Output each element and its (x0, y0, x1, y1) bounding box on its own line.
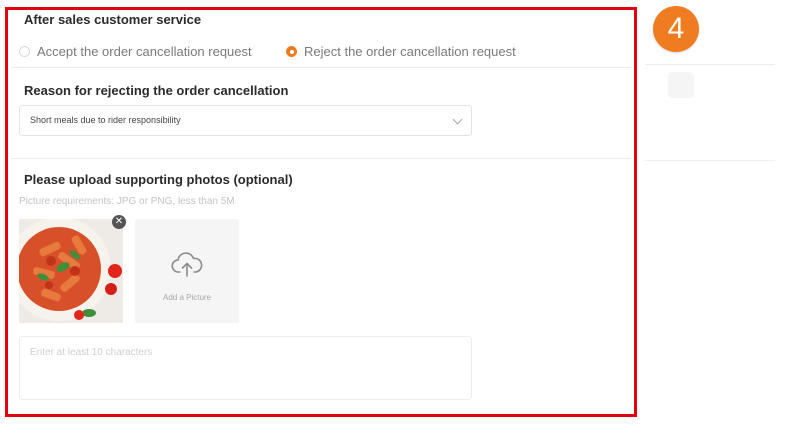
background-faint-element (668, 72, 694, 98)
section-divider (11, 158, 631, 159)
pasta-dish-image (19, 219, 123, 323)
radio-option-accept[interactable]: Accept the order cancellation request (19, 44, 252, 59)
radio-option-reject[interactable]: Reject the order cancellation request (286, 44, 516, 59)
comment-textarea[interactable]: Enter at least 10 characters (19, 336, 472, 400)
highlighted-form-panel: After sales customer service Accept the … (5, 7, 637, 417)
background-divider (645, 64, 775, 65)
step-number-badge: 4 (653, 6, 699, 52)
chevron-down-icon (452, 114, 463, 125)
reason-select[interactable]: Short meals due to rider responsibility (19, 105, 472, 136)
radio-accept-label: Accept the order cancellation request (37, 44, 252, 59)
cloud-upload-icon (171, 252, 203, 277)
reason-title: Reason for rejecting the order cancellat… (24, 83, 289, 98)
radio-unchecked-icon[interactable] (19, 46, 30, 57)
reason-select-value: Short meals due to rider responsibility (30, 115, 181, 125)
radio-reject-label: Reject the order cancellation request (304, 44, 516, 59)
background-divider (645, 160, 775, 161)
section-divider (11, 67, 631, 68)
add-picture-button[interactable]: Add a Picture (135, 219, 239, 323)
upload-title: Please upload supporting photos (optiona… (24, 172, 293, 187)
upload-requirements-hint: Picture requirements: JPG or PNG, less t… (19, 196, 235, 207)
uploaded-photo-thumbnail (19, 219, 123, 323)
after-sales-title: After sales customer service (24, 12, 202, 27)
add-picture-label: Add a Picture (162, 293, 212, 302)
remove-photo-button[interactable]: ✕ (112, 215, 126, 229)
radio-checked-icon[interactable] (286, 46, 297, 57)
